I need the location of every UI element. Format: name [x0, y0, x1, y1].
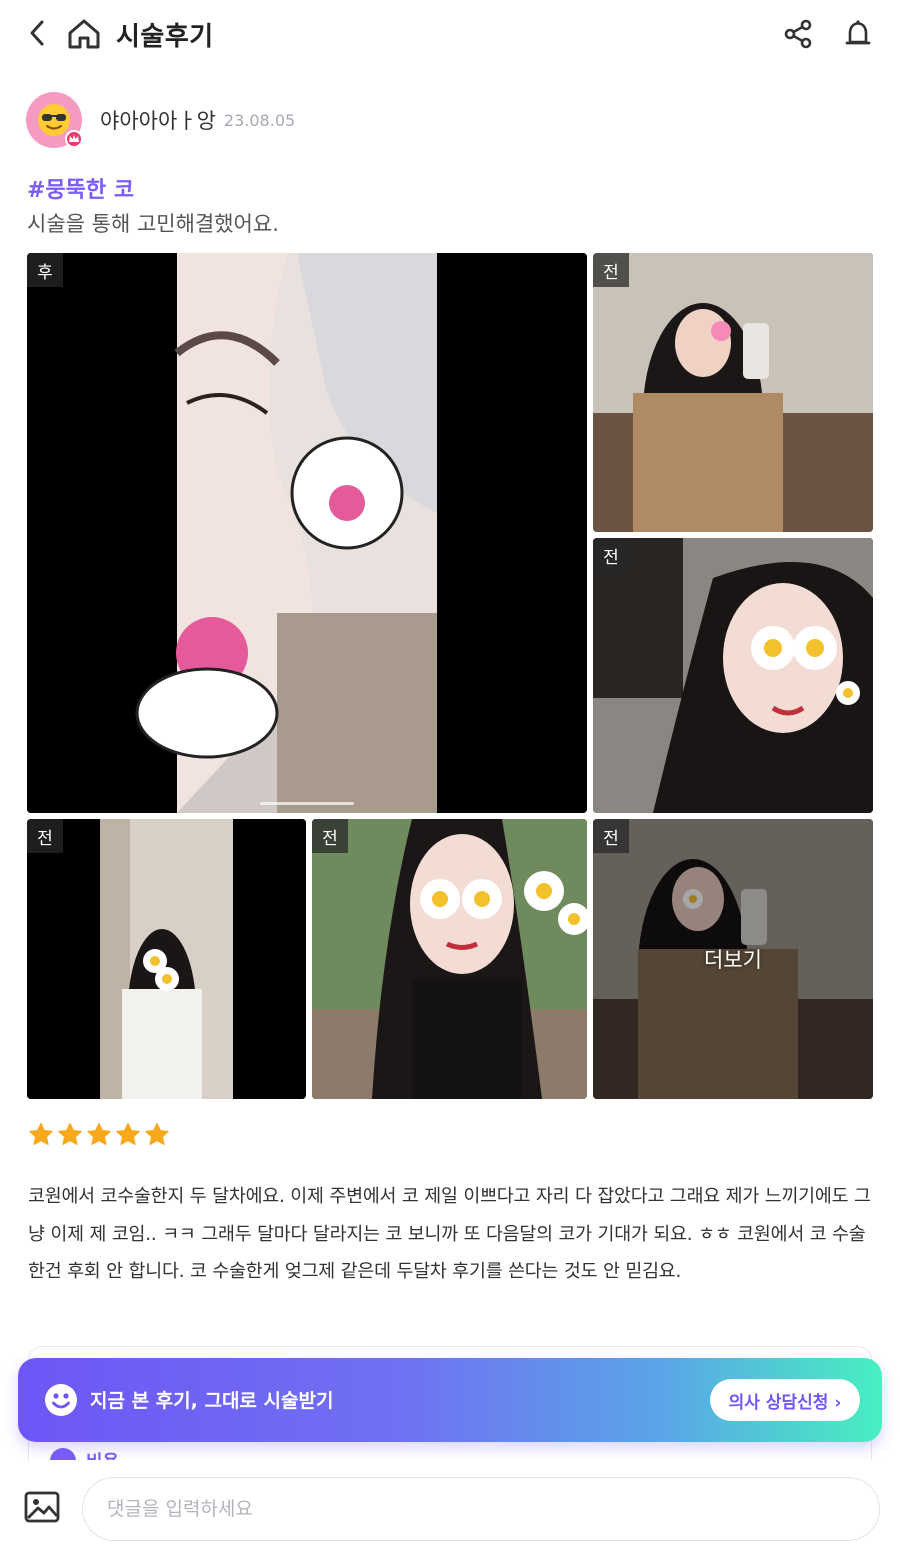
- share-button[interactable]: [778, 14, 818, 54]
- attach-image-button[interactable]: [24, 1490, 60, 1524]
- star-icon: [116, 1122, 140, 1145]
- star-icon: [58, 1122, 82, 1145]
- smile-icon: [45, 1384, 77, 1416]
- photo-image: [312, 819, 587, 1099]
- photo-scroll-indicator: [260, 802, 354, 805]
- review-subtitle: 시술을 통해 고민해결했어요.: [27, 212, 279, 236]
- back-button[interactable]: [20, 16, 54, 50]
- photo-label-before: 전: [312, 819, 348, 853]
- photo-label-after: 후: [27, 253, 63, 287]
- more-photos-label: 더보기: [704, 948, 762, 972]
- share-icon: [784, 19, 812, 49]
- post-date: 23.08.05: [223, 110, 296, 130]
- author-nickname[interactable]: 야아아아ㅏ앙: [100, 105, 216, 135]
- procedure-tag[interactable]: #뭉뚝한 코: [27, 172, 134, 204]
- image-icon: [24, 1491, 60, 1523]
- review-photo-after[interactable]: 후: [27, 253, 587, 813]
- rating-stars: [28, 1122, 170, 1148]
- page-title: 시술후기: [116, 22, 214, 52]
- photo-label-before: 전: [27, 819, 63, 853]
- home-icon: [68, 19, 100, 49]
- crown-badge-icon: [65, 130, 83, 148]
- review-photo-before-2[interactable]: 전: [593, 538, 873, 813]
- chevron-left-icon: [30, 20, 44, 46]
- comment-bar: [0, 1460, 900, 1558]
- bell-icon: [845, 20, 871, 45]
- consult-request-button[interactable]: 의사 상담신청 ›: [710, 1379, 860, 1421]
- review-body: 코원에서 코수술한지 두 달차에요. 이제 주변에서 코 제일 이쁘다고 자리 …: [28, 1186, 871, 1283]
- photo-image: [27, 253, 587, 813]
- review-photo-before-4[interactable]: 전: [312, 819, 587, 1099]
- review-photo-more[interactable]: 전 더보기: [593, 819, 873, 1099]
- photo-image: [593, 538, 873, 813]
- photo-image: [593, 253, 873, 532]
- avatar[interactable]: [26, 92, 83, 148]
- home-button[interactable]: [64, 14, 104, 54]
- banner-text: 지금 본 후기, 그대로 시술받기: [90, 1390, 334, 1412]
- comment-input[interactable]: [82, 1477, 880, 1541]
- top-nav-bar: 시술후기: [0, 0, 900, 68]
- star-icon: [145, 1122, 169, 1145]
- consult-cta-banner[interactable]: 지금 본 후기, 그대로 시술받기 의사 상담신청 ›: [18, 1358, 882, 1442]
- star-icon: [29, 1122, 53, 1145]
- review-photo-before-1[interactable]: 전: [593, 253, 873, 532]
- star-icon: [87, 1122, 111, 1145]
- photo-label-before: 전: [593, 253, 629, 287]
- alarm-button[interactable]: [838, 14, 878, 54]
- photo-label-before: 전: [593, 538, 629, 572]
- review-photo-before-3[interactable]: 전: [27, 819, 306, 1099]
- review-detail-page: 시술후기 야아아아ㅏ앙 23.08.05 #뭉뚝한 코 시술을 통해 고민해결했…: [0, 0, 900, 1558]
- author-row: 야아아아ㅏ앙 23.08.05: [26, 92, 295, 148]
- photo-image: [27, 819, 306, 1099]
